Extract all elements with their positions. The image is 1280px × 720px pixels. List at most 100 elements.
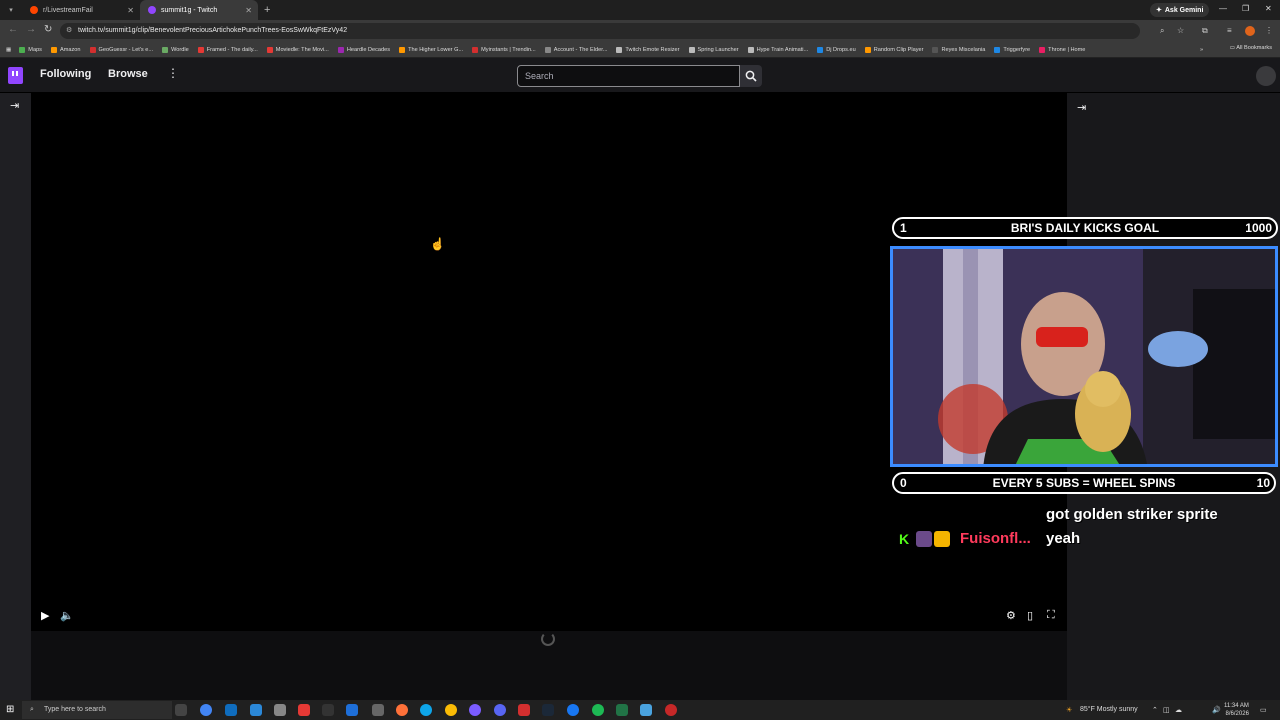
bookmark-star-icon[interactable]: ☆ (1177, 26, 1184, 35)
bookmark-item[interactable]: GeoGuessr - Let's e... (89, 46, 154, 53)
search-icon (745, 70, 757, 82)
bookmark-item[interactable]: Dj Drops.eu (817, 46, 856, 53)
more-options-icon[interactable]: ⋮ (167, 66, 179, 80)
chrome-active-icon[interactable] (445, 704, 457, 716)
bookmark-item[interactable]: Wordle (162, 46, 189, 53)
zoom-icon[interactable]: ⌕ (1160, 26, 1164, 36)
bookmark-item[interactable]: Amazon (50, 46, 81, 53)
bookmark-item[interactable]: Account - The Elder... (544, 46, 607, 53)
chat-message-line-2: yeah (1046, 530, 1081, 547)
bookmark-item[interactable]: Framed - The daily... (197, 46, 258, 53)
sparkle-icon: ✦ (1156, 7, 1162, 14)
bookmark-item[interactable]: Throne | Home (1039, 46, 1085, 53)
site-info-icon[interactable]: ⚙ (66, 23, 72, 39)
browse-link[interactable]: Browse (108, 68, 148, 80)
following-link[interactable]: Following (40, 68, 91, 80)
profile-avatar[interactable] (1245, 26, 1255, 36)
volume-icon[interactable]: 🔈 (60, 609, 74, 622)
browser-menu-icon[interactable]: ⋮ (1265, 26, 1273, 35)
reload-icon[interactable]: ↻ (44, 24, 52, 35)
search-input[interactable]: Search (517, 65, 740, 87)
firefox-icon[interactable] (396, 704, 408, 716)
browser-tab-twitch[interactable]: summit1g - Twitch ✕ (140, 0, 258, 20)
collapse-panel-icon[interactable]: ⇥ (1077, 101, 1086, 114)
weather-sun-icon[interactable]: ☀ (1066, 706, 1072, 714)
kick-badge-icon: K (899, 531, 910, 547)
onedrive-icon[interactable]: ☁ (1175, 706, 1182, 714)
tab-groups-icon[interactable]: ≡ (1227, 26, 1232, 35)
network-icon[interactable]: ◫ (1163, 706, 1170, 714)
bookmark-favicon-icon (544, 46, 551, 53)
system-clock[interactable]: 11:34 AM 8/6/2026 (1196, 702, 1249, 718)
bookmark-item[interactable]: Triggerfyre (994, 46, 1030, 53)
close-tab-icon[interactable]: ✕ (127, 6, 134, 15)
clock-time: 11:34 AM (1224, 703, 1249, 709)
bookmark-favicon-icon (932, 46, 939, 53)
bookmark-item[interactable]: Heardle Decades (337, 46, 390, 53)
bookmark-item[interactable]: The Higher Lower G... (399, 46, 463, 53)
extensions-icon[interactable]: ⧉ (1202, 26, 1208, 36)
more-bookmarks-icon[interactable]: » (1200, 47, 1203, 53)
twitch-logo-icon[interactable] (8, 67, 23, 84)
edge-icon[interactable] (420, 704, 432, 716)
app-icon[interactable] (250, 704, 262, 716)
app-red-icon[interactable] (665, 704, 677, 716)
bookmark-item[interactable]: Hype Train Animati... (747, 46, 808, 53)
discord-icon[interactable] (469, 704, 481, 716)
calendar-icon[interactable] (518, 704, 530, 716)
obs-icon[interactable] (494, 704, 506, 716)
bookmark-item[interactable]: Myinstants | Trendin... (472, 46, 536, 53)
weather-app-icon[interactable] (372, 704, 384, 716)
emote-badge-icon (916, 531, 932, 547)
back-icon[interactable]: ← (8, 24, 18, 35)
apps-icon[interactable]: ▦ (6, 47, 11, 53)
mail-icon[interactable] (225, 704, 237, 716)
expand-sidebar-icon[interactable]: ⇥ (10, 99, 19, 112)
bookmark-item[interactable]: Spring Launcher (688, 46, 739, 53)
restore-icon[interactable]: ❐ (1242, 4, 1249, 13)
fullscreen-icon[interactable]: ⛶ (1047, 609, 1055, 622)
store-icon[interactable] (346, 704, 358, 716)
close-window-icon[interactable]: ✕ (1265, 4, 1272, 13)
theatre-mode-icon[interactable]: ▯ (1027, 609, 1033, 622)
bookmark-item[interactable]: Moviedle: The Movi... (266, 46, 329, 53)
search-button[interactable] (740, 65, 762, 87)
bookmark-label: Dj Drops.eu (826, 46, 856, 53)
tray-chevron-icon[interactable]: ⌃ (1152, 706, 1158, 714)
excel-icon[interactable] (616, 704, 628, 716)
steam-icon[interactable] (542, 704, 554, 716)
notifications-icon[interactable]: ▭ (1260, 706, 1267, 714)
spotify-icon[interactable] (592, 704, 604, 716)
all-bookmarks-link[interactable]: ▭ All Bookmarks (1230, 45, 1272, 51)
settings-gear-icon[interactable]: ⚙ (1006, 609, 1016, 622)
bookmark-item[interactable]: Maps (19, 46, 42, 53)
bookmark-label: GeoGuessr - Let's e... (98, 46, 154, 53)
play-icon[interactable]: ▶ (41, 609, 49, 622)
bookmark-item[interactable]: Random Clip Player (864, 46, 923, 53)
forward-icon[interactable]: → (26, 24, 36, 35)
close-tab-icon[interactable]: ✕ (245, 6, 252, 15)
record-icon[interactable] (298, 704, 310, 716)
minimize-icon[interactable]: — (1219, 4, 1227, 13)
tab-search-icon[interactable]: ▾ (0, 0, 22, 20)
bookmark-label: Twitch Emote Resizer (625, 46, 680, 53)
bookmark-favicon-icon (1039, 46, 1046, 53)
windows-start-icon[interactable]: ⊞ (6, 704, 14, 715)
task-view-icon[interactable] (175, 704, 187, 716)
bookmark-item[interactable]: Twitch Emote Resizer (616, 46, 680, 53)
webcam-feed (890, 246, 1278, 467)
user-avatar[interactable] (1256, 66, 1276, 86)
url-field[interactable]: ⚙ twitch.tv/summit1g/clip/BenevolentPrec… (60, 23, 1140, 39)
new-tab-icon[interactable]: + (264, 4, 270, 16)
terminal-icon[interactable] (322, 704, 334, 716)
messenger-icon[interactable] (567, 704, 579, 716)
ask-gemini-button[interactable]: ✦ Ask Gemini (1150, 3, 1210, 17)
browser-tab-strip: ▾ r/LivestreamFail ✕ summit1g - Twitch ✕… (0, 0, 1280, 20)
notepad-icon[interactable] (640, 704, 652, 716)
files-icon[interactable] (274, 704, 286, 716)
browser-tab-livestreamfail[interactable]: r/LivestreamFail ✕ (22, 0, 140, 20)
bookmark-item[interactable]: Reyes Miscelania (932, 46, 985, 53)
taskbar-search-input[interactable]: ⌕ Type here to search (22, 701, 172, 719)
weather-text[interactable]: 85°F Mostly sunny (1080, 706, 1138, 713)
chrome-icon[interactable] (200, 704, 212, 716)
